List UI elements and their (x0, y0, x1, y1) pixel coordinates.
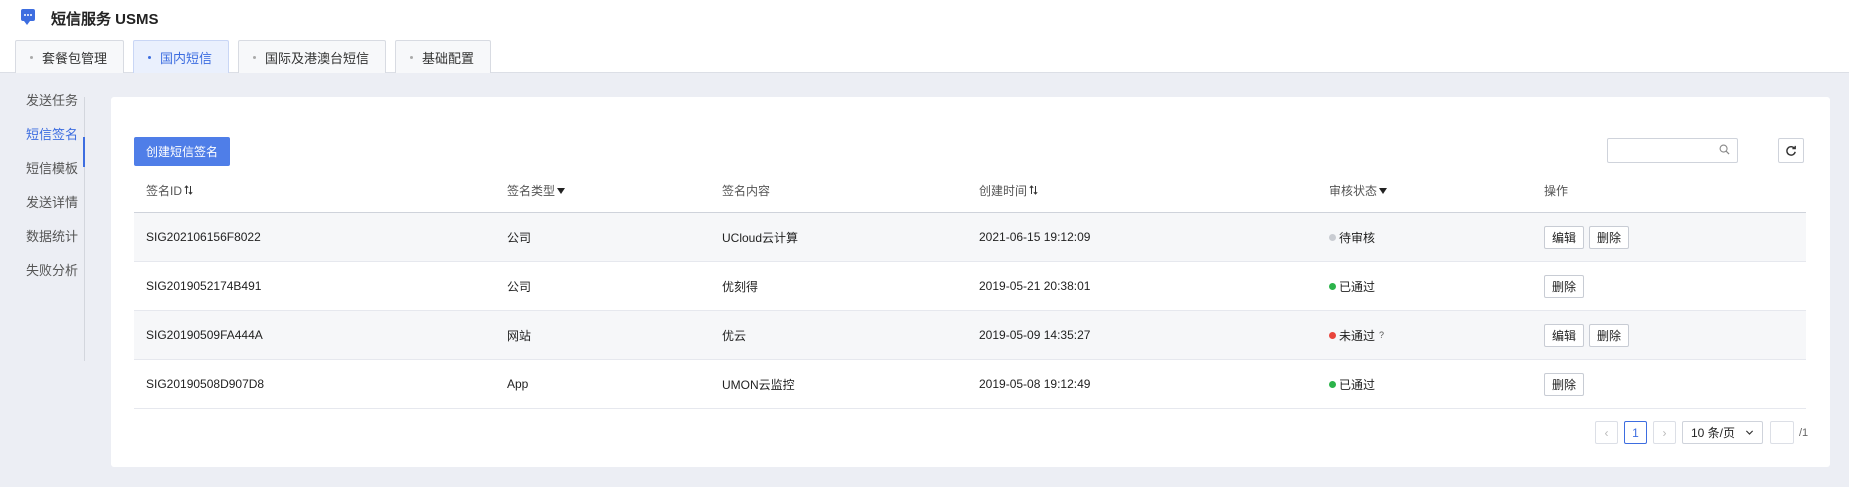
tab-label: 基础配置 (422, 50, 475, 66)
cell-created: 2019-05-08 19:12:49 (979, 377, 1091, 391)
cell-content: UMON云监控 (722, 377, 795, 392)
header-type[interactable]: 签名类型 (507, 168, 566, 212)
header-id[interactable]: 签名ID (146, 168, 193, 212)
sidebar: 发送任务 短信签名 短信模板 发送详情 数据统计 失败分析 (0, 93, 85, 361)
cell-status: 已通过 (1329, 262, 1375, 310)
refresh-button[interactable] (1778, 138, 1804, 163)
search-icon (1719, 144, 1730, 155)
tab-package-management[interactable]: 套餐包管理 (15, 40, 125, 73)
tab-label: 国际及港澳台短信 (265, 50, 370, 66)
total-pages: /1 (1799, 426, 1809, 439)
tab-international-sms[interactable]: 国际及港澳台短信 (238, 40, 387, 73)
delete-button[interactable]: 删除 (1544, 372, 1585, 396)
tab-label: 套餐包管理 (42, 50, 108, 66)
delete-button[interactable]: 删除 (1589, 225, 1630, 249)
filter-icon (557, 188, 566, 194)
create-signature-button[interactable]: 创建短信签名 (134, 137, 231, 166)
header-status[interactable]: 审核状态 (1329, 168, 1388, 212)
cell-type: 网站 (507, 328, 532, 343)
product-tabs: 套餐包管理 国内短信 国际及港澳台短信 基础配置 (15, 40, 492, 73)
table-row: SIG202106156F8022 公司 UCloud云计算 2021-06-1… (134, 213, 1806, 262)
cell-status: 已通过 (1329, 360, 1375, 408)
chevron-right-icon: › (1662, 425, 1667, 440)
cell-id: SIG2019052174B491 (146, 279, 262, 293)
header-content: 签名内容 (722, 183, 771, 198)
table-row: SIG2019052174B491 公司 优刻得 2019-05-21 20:3… (134, 262, 1806, 311)
cell-ops: 删除 (1544, 360, 1589, 408)
cell-status: 待审核 (1329, 213, 1375, 261)
sort-icon (184, 185, 193, 195)
cell-content: UCloud云计算 (722, 230, 799, 245)
tab-dot-icon (148, 55, 152, 59)
sidebar-item-signatures[interactable]: 短信签名 (26, 124, 78, 143)
cell-type: App (507, 377, 529, 391)
edit-button[interactable]: 编辑 (1544, 323, 1585, 347)
cell-status: 未通过? (1329, 311, 1384, 359)
cell-ops: 编辑 删除 (1544, 311, 1634, 359)
app-header: 短信服务 USMS 套餐包管理 国内短信 国际及港澳台短信 基础配置 (0, 0, 1849, 73)
cell-ops: 编辑 删除 (1544, 213, 1634, 261)
signature-table: 签名ID 签名类型 签名内容 创建时间 审核状态 操作 SIG202106156… (134, 168, 1806, 409)
cell-created: 2021-06-15 19:12:09 (979, 230, 1091, 244)
header-created[interactable]: 创建时间 (979, 168, 1038, 212)
sidebar-item-send-tasks[interactable]: 发送任务 (26, 90, 78, 109)
message-icon (21, 9, 35, 25)
header-ops: 操作 (1544, 183, 1569, 198)
search-input[interactable] (1607, 138, 1738, 163)
table-header: 签名ID 签名类型 签名内容 创建时间 审核状态 操作 (134, 168, 1806, 213)
tab-dot-icon (410, 55, 414, 59)
page-size-select[interactable]: 10 条/页 (1682, 421, 1763, 444)
sidebar-active-indicator (83, 137, 85, 167)
filter-icon (1379, 188, 1388, 194)
chevron-left-icon: ‹ (1604, 425, 1609, 440)
prev-page-button[interactable]: ‹ (1595, 421, 1618, 444)
app-title: 短信服务 USMS (51, 11, 159, 28)
page-jump-input[interactable] (1770, 421, 1794, 444)
status-dot-icon (1329, 331, 1336, 339)
page-number-button[interactable]: 1 (1624, 421, 1647, 444)
cell-ops: 删除 (1544, 262, 1589, 310)
status-dot-icon (1329, 282, 1336, 290)
cell-content: 优刻得 (722, 279, 759, 294)
tab-domestic-sms[interactable]: 国内短信 (133, 40, 230, 73)
content-card: 创建短信签名 签名ID 签名类型 签名内容 创建时间 审核状态 操作 SIG20… (111, 97, 1830, 467)
table-row: SIG20190508D907D8 App UMON云监控 2019-05-08… (134, 360, 1806, 409)
sidebar-item-send-details[interactable]: 发送详情 (26, 192, 78, 211)
help-icon[interactable]: ? (1379, 330, 1384, 340)
sidebar-item-statistics[interactable]: 数据统计 (26, 226, 78, 245)
cell-id: SIG20190508D907D8 (146, 377, 265, 391)
refresh-icon (1786, 145, 1796, 156)
edit-button[interactable]: 编辑 (1544, 225, 1585, 249)
cell-type: 公司 (507, 279, 532, 294)
next-page-button[interactable]: › (1653, 421, 1676, 444)
cell-id: SIG202106156F8022 (146, 230, 261, 244)
cell-created: 2019-05-09 14:35:27 (979, 328, 1091, 342)
tab-basic-config[interactable]: 基础配置 (395, 40, 492, 73)
sidebar-item-failure-analysis[interactable]: 失败分析 (26, 260, 78, 279)
tab-dot-icon (30, 55, 33, 59)
cell-id: SIG20190509FA444A (146, 328, 263, 342)
chevron-down-icon (1745, 430, 1754, 435)
cell-content: 优云 (722, 328, 747, 343)
sort-icon (1029, 185, 1038, 195)
cell-type: 公司 (507, 230, 532, 245)
sidebar-item-templates[interactable]: 短信模板 (26, 158, 78, 177)
status-dot-icon (1329, 380, 1336, 388)
delete-button[interactable]: 删除 (1544, 274, 1585, 298)
tab-label: 国内短信 (160, 50, 213, 66)
table-row: SIG20190509FA444A 网站 优云 2019-05-09 14:35… (134, 311, 1806, 360)
cell-created: 2019-05-21 20:38:01 (979, 279, 1091, 293)
delete-button[interactable]: 删除 (1589, 323, 1630, 347)
status-dot-icon (1329, 233, 1336, 241)
tab-dot-icon (253, 55, 257, 59)
